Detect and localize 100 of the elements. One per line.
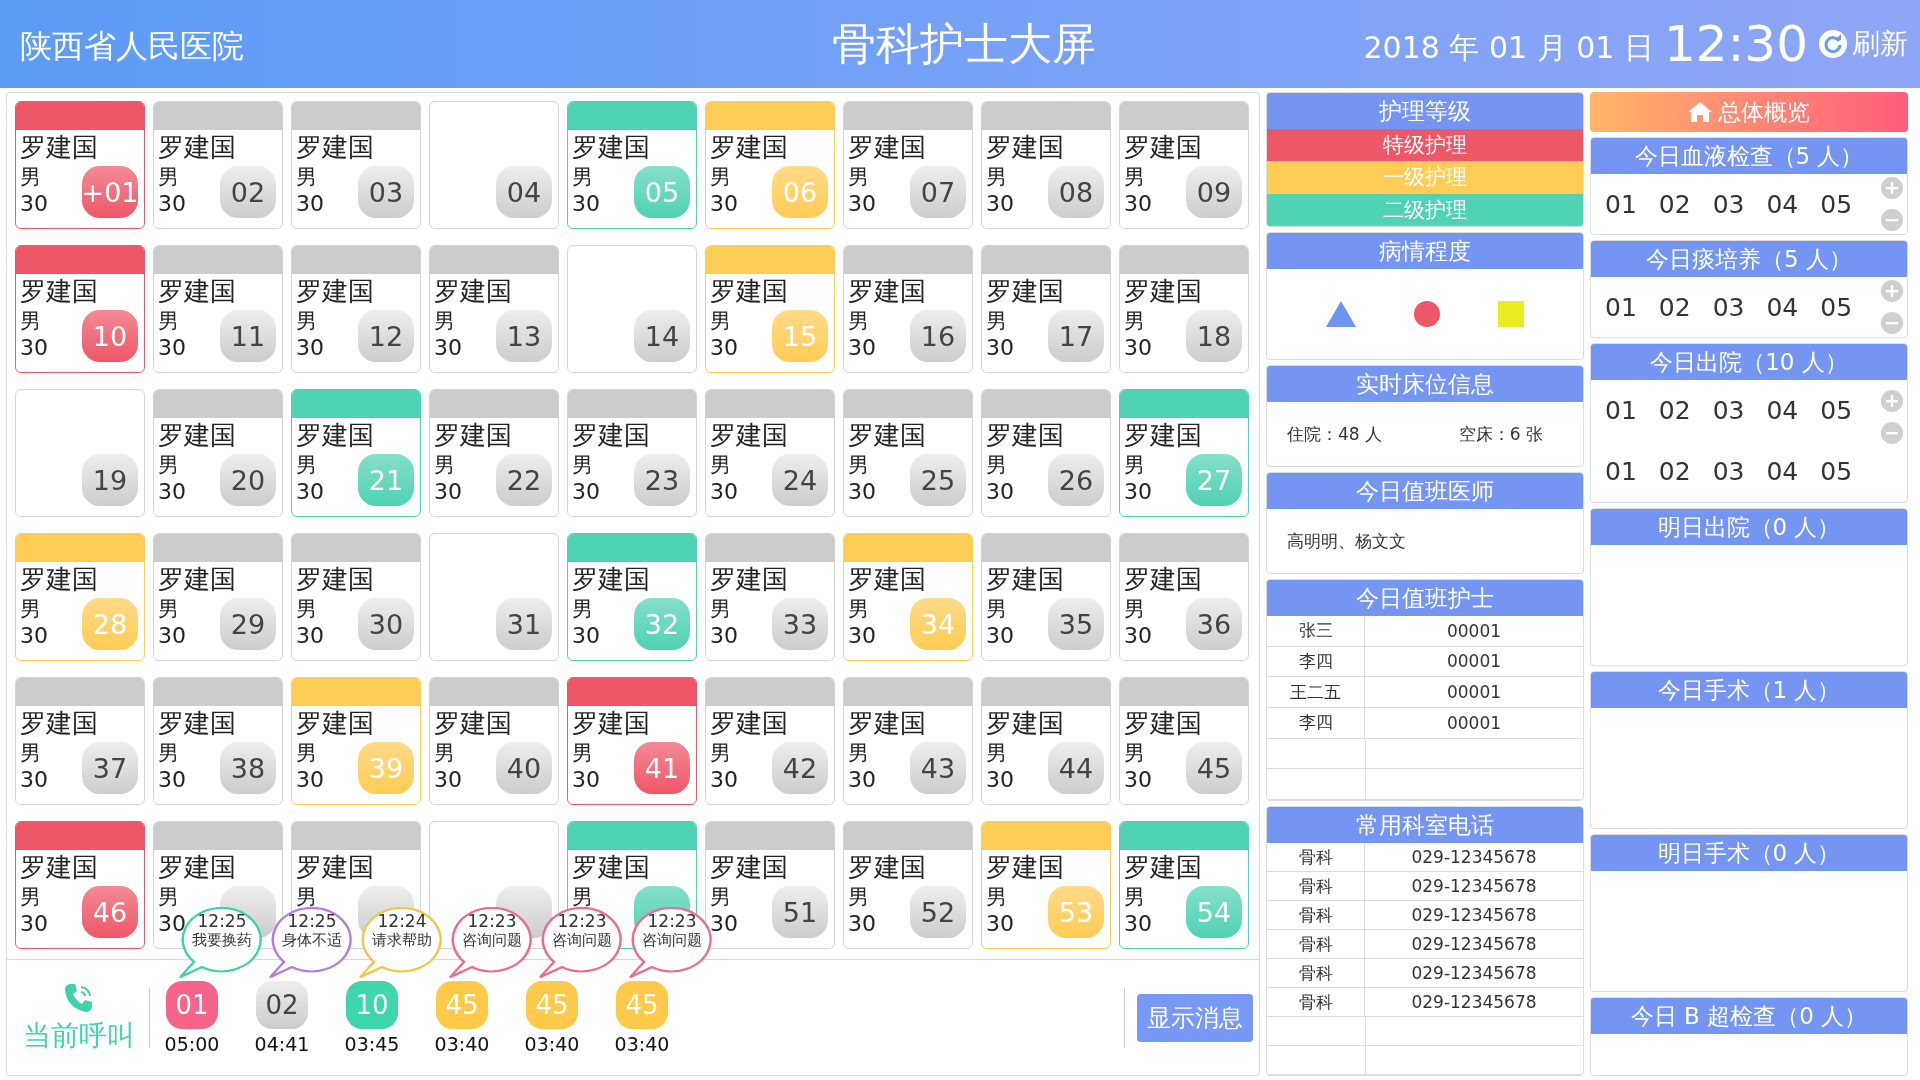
patient-age: 30 (1124, 190, 1152, 218)
patient-age: 30 (158, 622, 186, 650)
patient-age: 30 (296, 478, 324, 506)
patient-sex: 男 (986, 596, 1007, 622)
patient-sex: 男 (572, 452, 593, 478)
patient-name: 罗建国 (296, 275, 374, 308)
wait-time: 05:00 (164, 1032, 220, 1055)
table-cell: 029-12345678 (1365, 959, 1583, 988)
patient-age: 30 (986, 766, 1014, 794)
bed-number-badge: +01 (82, 166, 138, 218)
patient-age: 30 (710, 334, 738, 362)
table-cell: 骨科 (1267, 988, 1365, 1017)
patient-name: 罗建国 (20, 131, 98, 164)
bed-number-badge: 41 (634, 742, 690, 794)
table-cell: 00001 (1365, 646, 1583, 678)
table-cell: 骨科 (1267, 930, 1365, 959)
table-cell: 李四 (1267, 708, 1365, 739)
patient-name: 罗建国 (848, 707, 926, 740)
clock-time: 12:30 (1663, 15, 1808, 73)
patient-sex: 男 (20, 740, 41, 766)
panel-title: 今日痰培养（5 人） (1591, 241, 1907, 277)
bed-number-badge: 53 (1048, 886, 1104, 938)
patient-sex: 男 (572, 596, 593, 622)
patient-sex: 男 (848, 740, 869, 766)
call-time: 12:23 (647, 910, 697, 931)
bed-number-badge: 06 (772, 166, 828, 218)
patient-name: 罗建国 (158, 419, 236, 452)
bed-number-badge: 43 (910, 742, 966, 794)
patient-name: 罗建国 (1124, 419, 1202, 452)
bed-number-badge: 11 (220, 310, 276, 362)
patient-sex: 男 (986, 452, 1007, 478)
bed-number-badge: 10 (82, 310, 138, 362)
bed-number-badge: 34 (910, 598, 966, 650)
bed-number-badge: 27 (1186, 454, 1242, 506)
patient-name: 罗建国 (848, 419, 926, 452)
patient-name: 罗建国 (158, 563, 236, 596)
patient-age: 30 (434, 478, 462, 506)
occupied-count: 住院：48 人 (1287, 422, 1383, 446)
bed-number-badge: 20 (220, 454, 276, 506)
bed-number-badge: 39 (358, 742, 414, 794)
overview-title: 总体概览 (1718, 97, 1810, 127)
care-level-item: 特级护理 (1267, 129, 1583, 162)
patient-sex: 男 (20, 164, 41, 190)
patient-sex: 男 (572, 164, 593, 190)
patient-name: 罗建国 (158, 275, 236, 308)
patient-age: 30 (1124, 478, 1152, 506)
patient-name: 罗建国 (1124, 563, 1202, 596)
patient-sex: 男 (1124, 164, 1145, 190)
patient-age: 30 (572, 766, 600, 794)
patient-age: 30 (158, 910, 186, 938)
bed-number-badge: 04 (496, 166, 552, 218)
panel-title: 护理等级 (1267, 93, 1583, 129)
panel-title: 明日手术（0 人） (1591, 835, 1907, 871)
patient-age: 30 (572, 478, 600, 506)
patient-name: 罗建国 (296, 851, 374, 884)
wait-time: 04:41 (254, 1032, 310, 1055)
patient-age: 30 (848, 190, 876, 218)
patient-name: 罗建国 (986, 275, 1064, 308)
patient-name: 罗建国 (572, 563, 650, 596)
patient-sex: 男 (986, 740, 1007, 766)
patient-sex: 男 (1124, 308, 1145, 334)
patient-sex: 男 (296, 164, 317, 190)
patient-name: 罗建国 (1124, 131, 1202, 164)
bed-number-badge: 26 (1048, 454, 1104, 506)
patient-age: 30 (1124, 910, 1152, 938)
patient-sex: 男 (434, 740, 455, 766)
patient-name: 罗建国 (20, 563, 98, 596)
patient-sex: 男 (158, 884, 179, 910)
call-time: 12:23 (467, 910, 517, 931)
table-cell: 029-12345678 (1365, 930, 1583, 959)
bed-number-badge: 33 (772, 598, 828, 650)
patient-sex: 男 (296, 308, 317, 334)
patient-age: 30 (158, 478, 186, 506)
current-calls-label: 当前呼叫 (23, 1017, 135, 1054)
patient-name: 罗建国 (572, 419, 650, 452)
bed-number-badge: 13 (496, 310, 552, 362)
patient-name: 罗建国 (986, 707, 1064, 740)
patient-name: 罗建国 (710, 131, 788, 164)
patient-sex: 男 (1124, 740, 1145, 766)
patient-name: 罗建国 (572, 131, 650, 164)
patient-age: 30 (1124, 766, 1152, 794)
bed-number-badge: 05 (634, 166, 690, 218)
bed-number-badge: 44 (1048, 742, 1104, 794)
patient-sex: 男 (434, 452, 455, 478)
panel-title: 常用科室电话 (1267, 807, 1583, 843)
call-message: 我要换药 (192, 930, 252, 950)
patient-age: 30 (710, 190, 738, 218)
table-cell: 王二五 (1267, 677, 1365, 708)
patient-name: 罗建国 (296, 563, 374, 596)
table-cell: 骨科 (1267, 901, 1365, 930)
doctor-names: 高明明、杨文文 (1287, 529, 1406, 553)
bed-number-badge: 45 (1186, 742, 1242, 794)
bed-number-badge: 29 (220, 598, 276, 650)
patient-age: 30 (296, 766, 324, 794)
patient-name: 罗建国 (986, 131, 1064, 164)
bed-number-badge: 52 (910, 886, 966, 938)
patient-name: 罗建国 (848, 275, 926, 308)
bed-number-badge: 24 (772, 454, 828, 506)
patient-age: 30 (296, 334, 324, 362)
patient-sex: 男 (710, 308, 731, 334)
